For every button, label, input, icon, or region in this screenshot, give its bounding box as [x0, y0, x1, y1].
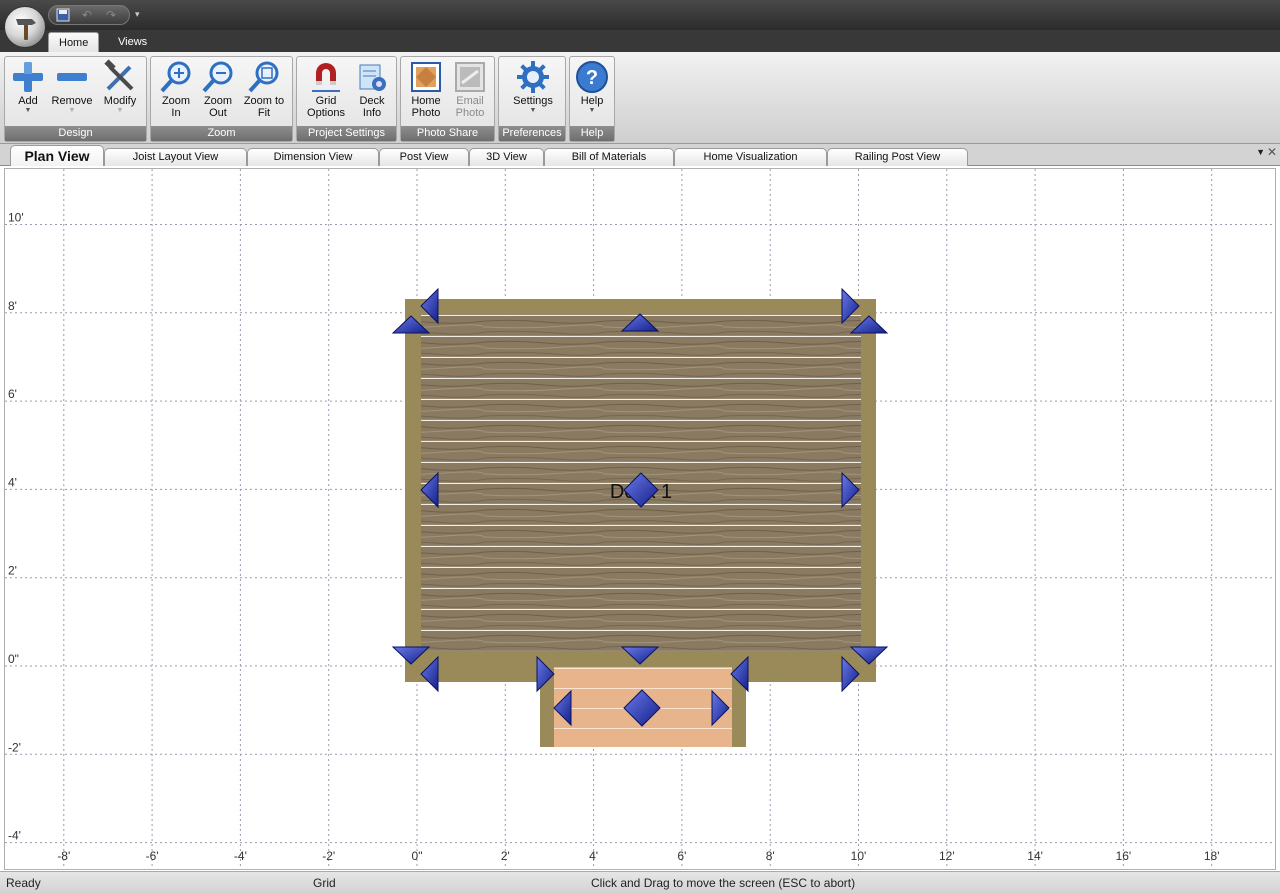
- undo-icon[interactable]: ↶: [79, 8, 95, 23]
- group-label-zoom: Zoom: [151, 126, 292, 141]
- group-label-help: Help: [570, 126, 614, 141]
- tab-3d-view[interactable]: 3D View: [469, 148, 544, 166]
- tab-views[interactable]: Views: [108, 32, 157, 52]
- group-label-project-settings: Project Settings: [297, 126, 396, 141]
- svg-text:?: ?: [586, 67, 598, 89]
- y-axis-label: -2': [8, 740, 21, 754]
- ribbon-tab-row: Home Views: [0, 30, 1280, 52]
- group-zoom: Zoom In Zoom Out Zoom to Fit Zoom: [150, 56, 293, 142]
- y-axis-label: 2': [8, 564, 17, 578]
- status-ready: Ready: [6, 876, 41, 890]
- deck-info-icon: [359, 64, 386, 91]
- x-axis-label: -2': [322, 849, 335, 863]
- hammer-icon: [16, 19, 36, 40]
- zoom-fit-icon: [248, 61, 279, 93]
- x-axis-label: -4': [234, 849, 247, 863]
- email-photo-icon: [455, 62, 485, 92]
- deck-info-button[interactable]: Deck Info: [351, 59, 393, 125]
- tab-list-dropdown[interactable]: ▼: [1256, 147, 1265, 157]
- group-photo-share: Home Photo Email Photo Photo Share: [400, 56, 495, 142]
- home-photo-button[interactable]: Home Photo: [405, 59, 447, 125]
- application-menu-button[interactable]: [4, 6, 46, 48]
- chevron-down-icon: ▼: [24, 107, 32, 114]
- chevron-down-icon: ▼: [68, 107, 76, 114]
- group-project-settings: Grid Options Deck Info Project Settings: [296, 56, 397, 142]
- x-axis-label: -6': [146, 849, 159, 863]
- group-design: Add ▼ Remove ▼ Modify ▼ Design: [4, 56, 147, 142]
- document-tab-bar: Plan View Joist Layout View Dimension Vi…: [0, 144, 1280, 166]
- x-axis-label: 10': [851, 849, 867, 863]
- email-photo-button[interactable]: Email Photo: [449, 59, 491, 125]
- chevron-down-icon: ▼: [529, 107, 537, 114]
- x-axis-label: 14': [1027, 849, 1043, 863]
- y-axis-label: 10': [8, 211, 24, 225]
- x-axis-label: 8': [766, 849, 775, 863]
- home-photo-icon: [411, 62, 441, 92]
- tab-home-visualization[interactable]: Home Visualization: [674, 148, 827, 166]
- customize-quick-access-button[interactable]: ▾: [135, 9, 140, 20]
- x-axis-label: 18': [1204, 849, 1220, 863]
- status-grid: Grid: [313, 876, 336, 890]
- redo-icon[interactable]: ↷: [103, 8, 119, 23]
- tab-post-view[interactable]: Post View: [379, 148, 469, 166]
- tab-home[interactable]: Home: [48, 32, 100, 52]
- title-bar: [0, 0, 1280, 30]
- group-help: ? Help ▼ Help: [569, 56, 615, 142]
- y-axis-label: 6': [8, 387, 17, 401]
- add-button[interactable]: Add ▼: [7, 59, 49, 125]
- tab-plan-view[interactable]: Plan View: [10, 145, 104, 166]
- y-axis-label: 8': [8, 299, 17, 313]
- tools-icon: [104, 59, 134, 91]
- plan-drawing[interactable]: -8' -6' -4' -2' 0" 2' 4' 6' 8' 10' 12' 14' 16' 18' 10…: [5, 169, 1276, 870]
- plus-icon: [13, 62, 43, 92]
- x-axis-label: 2': [501, 849, 510, 863]
- zoom-to-fit-button[interactable]: Zoom to Fit: [241, 59, 287, 125]
- x-axis-label: -8': [57, 849, 70, 863]
- status-bar: Ready Grid Click and Drag to move the sc…: [0, 871, 1280, 894]
- minus-icon: [57, 73, 87, 81]
- x-axis-label: 4': [589, 849, 598, 863]
- grid-options-button[interactable]: Grid Options: [305, 59, 347, 125]
- tab-bill-of-materials[interactable]: Bill of Materials: [544, 148, 674, 166]
- ribbon: Add ▼ Remove ▼ Modify ▼ Design Zoom In Z…: [0, 52, 1280, 144]
- group-label-photo-share: Photo Share: [401, 126, 494, 141]
- magnet-icon: [312, 63, 340, 92]
- close-tab-icon[interactable]: ✕: [1267, 145, 1277, 159]
- x-axis-label: 16': [1116, 849, 1132, 863]
- group-label-preferences: Preferences: [499, 126, 565, 141]
- chevron-down-icon: ▼: [588, 107, 596, 114]
- chevron-down-icon: ▼: [116, 107, 124, 114]
- help-button[interactable]: ? Help ▼: [571, 59, 613, 125]
- y-axis-labels: 10' 8' 6' 4' 2' 0" -2' -4': [8, 211, 24, 843]
- remove-button[interactable]: Remove ▼: [51, 59, 93, 125]
- zoom-out-button[interactable]: Zoom Out: [197, 59, 239, 125]
- settings-button[interactable]: Settings ▼: [507, 59, 559, 125]
- x-axis-labels: -8' -6' -4' -2' 0" 2' 4' 6' 8' 10' 12' 14' 16' 18': [57, 849, 1219, 863]
- x-axis-label: 0": [412, 849, 423, 863]
- status-hint: Click and Drag to move the screen (ESC t…: [591, 876, 856, 890]
- tab-railing-post-view[interactable]: Railing Post View: [827, 148, 968, 166]
- tab-dimension-view[interactable]: Dimension View: [247, 148, 379, 166]
- tab-joist-layout-view[interactable]: Joist Layout View: [104, 148, 247, 166]
- y-axis-label: 4': [8, 475, 17, 489]
- zoom-in-button[interactable]: Zoom In: [155, 59, 197, 125]
- help-icon: ?: [576, 61, 608, 93]
- gear-icon: [517, 61, 549, 93]
- group-label-design: Design: [5, 126, 146, 141]
- plan-view-canvas[interactable]: -8' -6' -4' -2' 0" 2' 4' 6' 8' 10' 12' 14' 16' 18' 10…: [4, 168, 1276, 870]
- zoom-in-icon: [160, 61, 191, 93]
- y-axis-label: 0": [8, 652, 19, 666]
- modify-button[interactable]: Modify ▼: [99, 59, 141, 125]
- zoom-out-icon: [202, 61, 233, 93]
- quick-access-toolbar: ↶ ↷: [48, 5, 130, 25]
- y-axis-label: -4': [8, 829, 21, 843]
- group-preferences: Settings ▼ Preferences: [498, 56, 566, 142]
- x-axis-label: 6': [677, 849, 686, 863]
- x-axis-label: 12': [939, 849, 955, 863]
- save-icon[interactable]: [55, 8, 71, 23]
